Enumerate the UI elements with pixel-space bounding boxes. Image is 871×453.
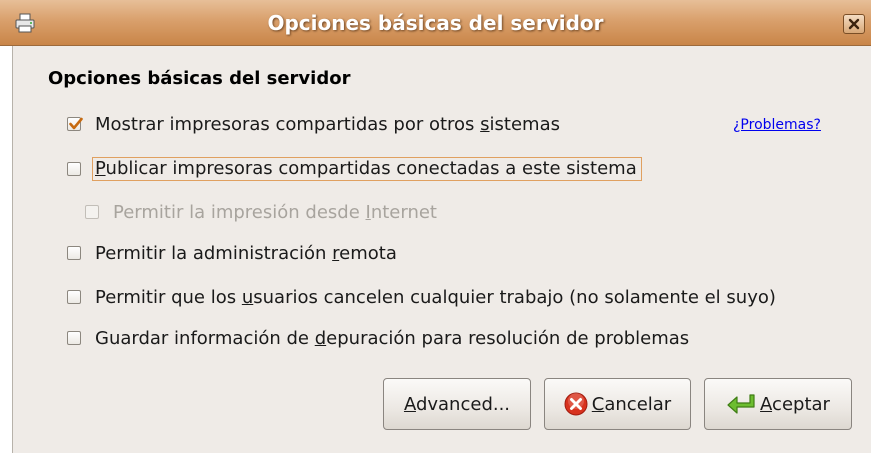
enter-arrow-icon: [726, 392, 756, 416]
accept-button-label: Aceptar: [760, 393, 830, 415]
option-label: Permitir que los usuarios cancelen cualq…: [95, 286, 776, 308]
section-heading: Opciones básicas del servidor: [48, 68, 351, 89]
close-icon: [848, 18, 860, 30]
checkbox-show-shared-printers[interactable]: [67, 117, 83, 131]
option-save-debug-info[interactable]: Guardar información de depuración para r…: [67, 326, 689, 350]
option-users-cancel-jobs[interactable]: Permitir que los usuarios cancelen cualq…: [67, 285, 776, 309]
option-label: Mostrar impresoras compartidas por otros…: [95, 113, 560, 135]
title-bar[interactable]: Opciones básicas del servidor: [0, 0, 871, 46]
cancel-button[interactable]: Cancelar: [544, 378, 691, 430]
cancel-button-label: Cancelar: [591, 393, 672, 415]
problems-link[interactable]: ¿Problemas?: [733, 117, 821, 133]
option-label: Publicar impresoras compartidas conectad…: [92, 157, 642, 181]
advanced-button[interactable]: Advanced...: [383, 378, 531, 430]
checkbox-publish-printers[interactable]: [67, 162, 81, 176]
option-publish-printers[interactable]: Publicar impresoras compartidas conectad…: [67, 157, 642, 181]
checkbox-users-cancel-jobs[interactable]: [67, 290, 81, 304]
option-remote-admin[interactable]: Permitir la administración remota: [67, 241, 397, 265]
checkbox-remote-admin[interactable]: [67, 246, 81, 260]
option-label: Permitir la administración remota: [95, 242, 397, 264]
option-show-shared-printers[interactable]: Mostrar impresoras compartidas por otros…: [67, 112, 560, 136]
cancel-icon: [564, 392, 588, 416]
checkmark-icon: [69, 117, 83, 130]
accept-button[interactable]: Aceptar: [704, 378, 852, 430]
option-label: Guardar información de depuración para r…: [95, 327, 690, 349]
dialog-window: Opciones básicas del servidor Opciones b…: [0, 0, 871, 453]
option-internet-printing: Permitir la impresión desde Internet: [85, 200, 437, 224]
checkbox-internet-printing: [85, 205, 99, 219]
option-label: Permitir la impresión desde Internet: [113, 201, 437, 223]
left-border: [0, 46, 13, 453]
close-button[interactable]: [843, 14, 865, 34]
advanced-button-label: Advanced...: [403, 393, 511, 415]
checkbox-save-debug-info[interactable]: [67, 331, 81, 345]
window-title: Opciones básicas del servidor: [267, 11, 604, 35]
